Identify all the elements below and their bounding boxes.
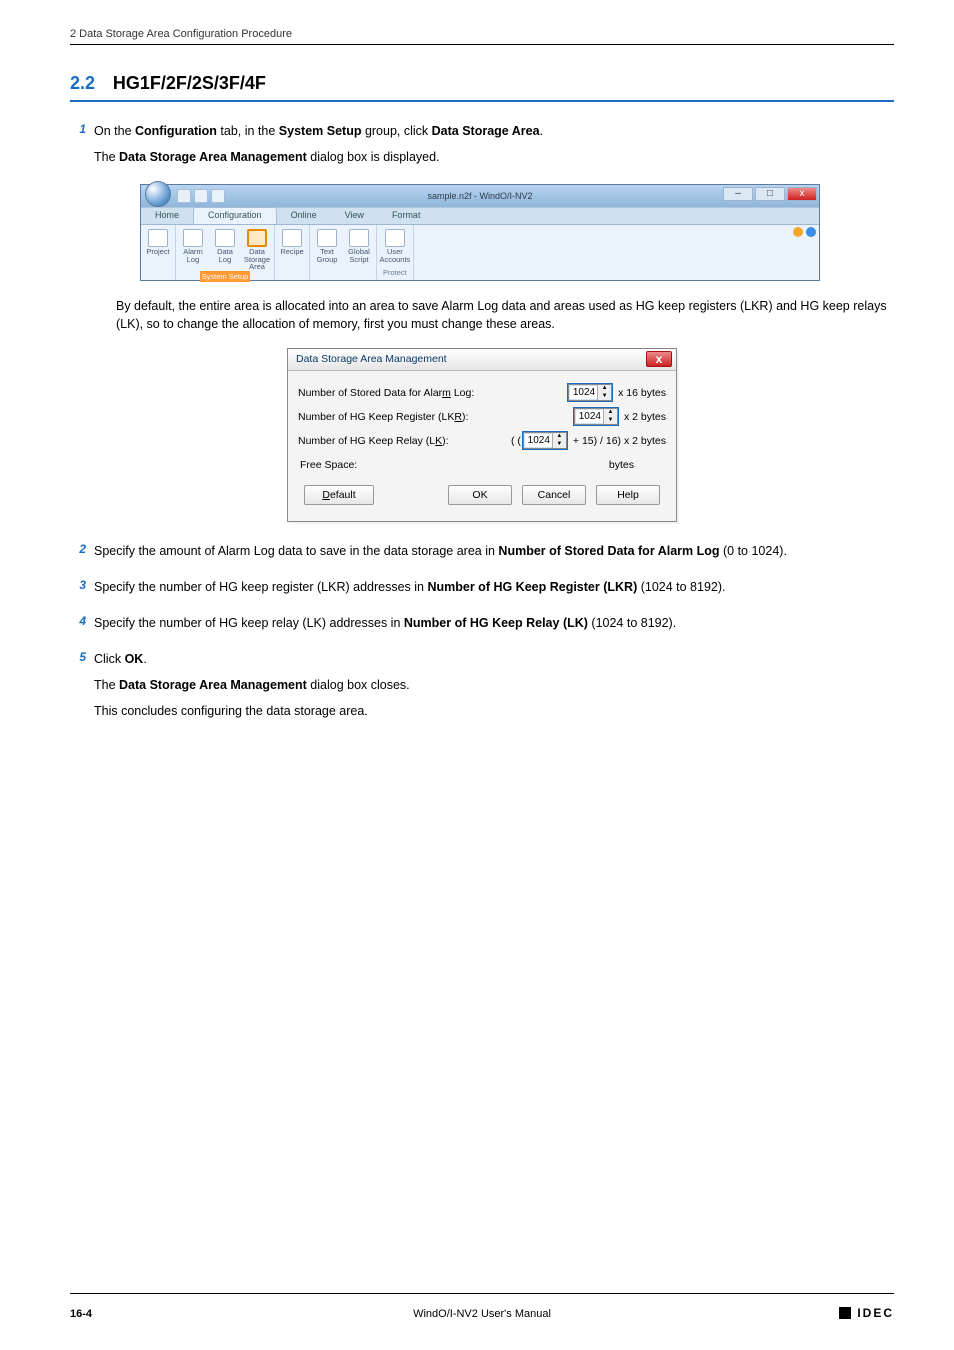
style-icon[interactable] bbox=[793, 227, 803, 237]
tab-home[interactable]: Home bbox=[141, 208, 193, 224]
step-number: 3 bbox=[70, 578, 94, 604]
alarm-log-input[interactable] bbox=[569, 387, 597, 398]
suffix: x 16 bytes bbox=[612, 387, 666, 399]
page: 2 Data Storage Area Configuration Proced… bbox=[0, 0, 954, 1350]
dialog-title: Data Storage Area Management bbox=[296, 353, 447, 365]
ribbon-group-system-setup: Alarm Log Data Log Data Storage Area Sys… bbox=[176, 225, 275, 280]
lk-input[interactable] bbox=[524, 435, 552, 446]
close-button[interactable]: x bbox=[787, 187, 817, 201]
window-title: sample.n2f - WindO/I-NV2 bbox=[141, 191, 819, 201]
section-heading: 2.2 HG1F/2F/2S/3F/4F bbox=[70, 73, 894, 94]
default-button[interactable]: Default bbox=[304, 485, 374, 505]
tab-configuration[interactable]: Configuration bbox=[193, 207, 277, 224]
rule-footer bbox=[70, 1293, 894, 1294]
recipe-button[interactable]: Recipe bbox=[279, 229, 305, 256]
ribbon-window: sample.n2f - WindO/I-NV2 – □ x Home Conf… bbox=[140, 184, 820, 281]
window-buttons: – □ x bbox=[723, 187, 817, 201]
step-number: 1 bbox=[70, 122, 94, 174]
user-accounts-button[interactable]: User Accounts bbox=[382, 229, 408, 263]
label-free-space: Free Space: bbox=[300, 459, 357, 471]
spin-down-icon[interactable]: ▼ bbox=[553, 441, 566, 449]
maximize-button[interactable]: □ bbox=[755, 187, 785, 201]
text-group-button[interactable]: Text Group bbox=[314, 229, 340, 263]
step-body: Specify the amount of Alarm Log data to … bbox=[94, 542, 894, 568]
row-lk: Number of HG Keep Relay (LK): ( ( ▲▼ + 1… bbox=[298, 429, 666, 453]
tab-view[interactable]: View bbox=[331, 208, 378, 224]
lk-spinner[interactable]: ▲▼ bbox=[523, 432, 567, 449]
spin-up-icon[interactable]: ▲ bbox=[553, 433, 566, 441]
ribbon-corner-icons bbox=[793, 227, 816, 237]
manual-title: WindO/I-NV2 User's Manual bbox=[70, 1308, 894, 1320]
ribbon-group: Project bbox=[141, 225, 176, 280]
label-lk: Number of HG Keep Relay (LK): bbox=[298, 435, 505, 447]
lkr-input[interactable] bbox=[575, 411, 603, 422]
step-3: 3 Specify the number of HG keep register… bbox=[70, 578, 894, 604]
section-title: HG1F/2F/2S/3F/4F bbox=[113, 73, 266, 93]
help-button[interactable]: Help bbox=[596, 485, 660, 505]
running-head: 2 Data Storage Area Configuration Proced… bbox=[70, 28, 894, 40]
tab-format[interactable]: Format bbox=[378, 208, 435, 224]
rule-under-title bbox=[70, 100, 894, 102]
ribbon-tabs: Home Configuration Online View Format bbox=[141, 207, 819, 225]
step-1: 1 On the Configuration tab, in the Syste… bbox=[70, 122, 894, 174]
body-paragraph: By default, the entire area is allocated… bbox=[116, 297, 894, 333]
project-button[interactable]: Project bbox=[145, 229, 171, 256]
tab-online[interactable]: Online bbox=[277, 208, 331, 224]
step-number: 5 bbox=[70, 650, 94, 728]
group-label-system-setup: System Setup bbox=[200, 271, 251, 282]
spin-down-icon[interactable]: ▼ bbox=[598, 393, 611, 401]
ribbon-group: Recipe bbox=[275, 225, 310, 280]
data-log-button[interactable]: Data Log bbox=[212, 229, 238, 271]
section-number: 2.2 bbox=[70, 73, 95, 93]
free-unit: bytes bbox=[609, 459, 664, 471]
suffix: + 15) / 16) x 2 bytes bbox=[567, 435, 666, 447]
label-lkr: Number of HG Keep Register (LKR): bbox=[298, 411, 556, 423]
spin-up-icon[interactable]: ▲ bbox=[604, 409, 617, 417]
alarm-log-button[interactable]: Alarm Log bbox=[180, 229, 206, 271]
row-lkr: Number of HG Keep Register (LKR): ▲▼ x 2… bbox=[298, 405, 666, 429]
ribbon-group-protect: User Accounts Protect bbox=[377, 225, 414, 280]
step-2: 2 Specify the amount of Alarm Log data t… bbox=[70, 542, 894, 568]
ribbon-strip: Project Alarm Log Data Log Data Storage … bbox=[141, 225, 819, 280]
lkr-spinner[interactable]: ▲▼ bbox=[574, 408, 618, 425]
data-storage-area-button[interactable]: Data Storage Area bbox=[244, 229, 270, 271]
ribbon-group: Text Group Global Script bbox=[310, 225, 377, 280]
dialog-buttons: Default OK Cancel Help bbox=[298, 481, 666, 515]
step-number: 2 bbox=[70, 542, 94, 568]
title-bar: sample.n2f - WindO/I-NV2 – □ x bbox=[141, 185, 819, 207]
row-free-space: Free Space: bytes bbox=[298, 453, 666, 481]
step-number: 4 bbox=[70, 614, 94, 640]
minimize-button[interactable]: – bbox=[723, 187, 753, 201]
footer: 16-4 WindO/I-NV2 User's Manual IDEC bbox=[70, 1306, 894, 1320]
spin-down-icon[interactable]: ▼ bbox=[604, 417, 617, 425]
dialog-title-bar: Data Storage Area Management x bbox=[288, 349, 676, 371]
ribbon-screenshot: sample.n2f - WindO/I-NV2 – □ x Home Conf… bbox=[140, 184, 894, 281]
spin-up-icon[interactable]: ▲ bbox=[598, 385, 611, 393]
help-icon[interactable] bbox=[806, 227, 816, 237]
rule-top bbox=[70, 44, 894, 45]
step-4: 4 Specify the number of HG keep relay (L… bbox=[70, 614, 894, 640]
row-alarm-log: Number of Stored Data for Alarm Log: ▲▼ … bbox=[298, 381, 666, 405]
suffix: x 2 bytes bbox=[618, 411, 666, 423]
step-body: On the Configuration tab, in the System … bbox=[94, 122, 894, 174]
cancel-button[interactable]: Cancel bbox=[522, 485, 586, 505]
close-icon[interactable]: x bbox=[646, 351, 672, 367]
dialog: Data Storage Area Management x Number of… bbox=[287, 348, 677, 522]
dialog-screenshot: Data Storage Area Management x Number of… bbox=[70, 348, 894, 522]
global-script-button[interactable]: Global Script bbox=[346, 229, 372, 263]
alarm-log-spinner[interactable]: ▲▼ bbox=[568, 384, 612, 401]
label-alarm-log: Number of Stored Data for Alarm Log: bbox=[298, 387, 550, 399]
ok-button[interactable]: OK bbox=[448, 485, 512, 505]
step-5: 5 Click OK. The Data Storage Area Manage… bbox=[70, 650, 894, 728]
